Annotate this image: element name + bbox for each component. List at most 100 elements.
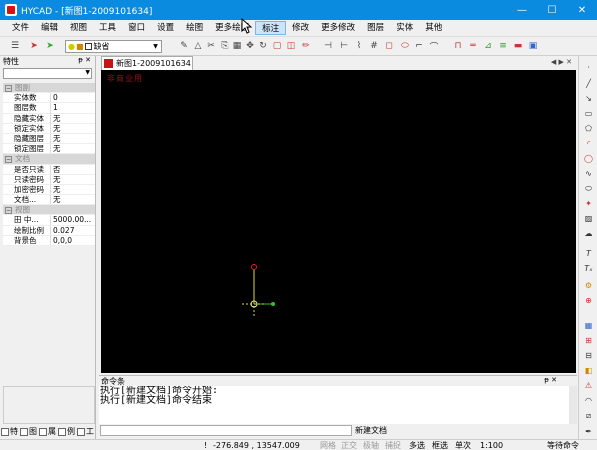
tab-scroll-icons[interactable]: ◀ ▶ ✕ xyxy=(551,58,572,66)
menu-tools[interactable]: 工具 xyxy=(93,21,122,35)
break-icon[interactable]: ⌇ xyxy=(353,40,365,52)
toggle-polar[interactable]: 极轴 xyxy=(363,440,379,450)
property-row[interactable]: 背景色 0,0,0 xyxy=(3,235,95,246)
layer-select[interactable]: ● ■ 缺省 ▼ xyxy=(65,40,162,53)
dim-aligned-icon[interactable]: ═ xyxy=(467,40,479,52)
property-value[interactable]: 否 xyxy=(50,164,95,175)
tab-properties[interactable]: 特 xyxy=(0,425,19,438)
property-row[interactable]: 文档... 无 xyxy=(3,195,95,206)
property-value[interactable]: 无 xyxy=(50,133,95,145)
fillet-icon[interactable]: ◻ xyxy=(383,40,395,52)
split-icon[interactable]: # xyxy=(368,40,380,52)
dim-radius-icon[interactable]: ≡ xyxy=(497,40,509,52)
rotate-icon[interactable]: ↻ xyxy=(257,40,269,52)
property-row[interactable]: 只读密码无 xyxy=(3,174,95,185)
property-value[interactable]: 无 xyxy=(50,195,95,206)
toggle-snap[interactable]: 捕捉 xyxy=(385,440,401,450)
line-icon[interactable]: ╱ xyxy=(583,78,594,89)
menu-other[interactable]: 其他 xyxy=(419,21,448,35)
close-button[interactable]: ✕ xyxy=(567,0,597,20)
hatch-icon[interactable]: ▨ xyxy=(583,213,594,224)
polyline-icon[interactable]: ↘ xyxy=(583,93,594,104)
scale-readout[interactable]: 1:100 xyxy=(480,440,503,450)
property-row[interactable]: 实体数 0 xyxy=(3,93,95,104)
menu-file[interactable]: 文件 xyxy=(6,21,35,35)
toggle-single[interactable]: 单次 xyxy=(455,440,471,450)
pin-icon[interactable]: ᵽ ✕ xyxy=(544,376,557,384)
grid-icon[interactable]: ▦ xyxy=(583,320,594,331)
tab-tools[interactable]: 工 xyxy=(76,425,95,438)
dim-style-icon[interactable]: ▬ xyxy=(512,40,524,52)
menu-dimension[interactable]: 标注 xyxy=(255,21,287,35)
menu-layer[interactable]: 图层 xyxy=(361,21,390,35)
dim-linear-icon[interactable]: ⊓ xyxy=(452,40,464,52)
rectangle-icon[interactable]: ▭ xyxy=(583,108,594,119)
move-icon[interactable]: ✥ xyxy=(244,40,256,52)
table-icon[interactable]: ⊟ xyxy=(583,350,594,361)
property-value[interactable]: 0 xyxy=(50,93,95,104)
pen-icon[interactable]: ✒ xyxy=(583,426,594,437)
image-icon[interactable]: ▣ xyxy=(527,40,539,52)
stretch-icon[interactable]: ◫ xyxy=(285,40,297,52)
command-input[interactable] xyxy=(100,425,352,436)
measure-icon[interactable]: ⚠ xyxy=(583,380,594,391)
toggle-multi-select[interactable]: 多选 xyxy=(409,440,425,450)
pin-icon[interactable]: ᵽ ✕ xyxy=(78,56,91,64)
pencil-icon[interactable]: ✏ xyxy=(300,40,312,52)
menu-view[interactable]: 视图 xyxy=(64,21,93,35)
tab-examples[interactable]: 例 xyxy=(57,425,76,438)
toggle-ortho[interactable]: 正交 xyxy=(341,440,357,450)
dim-angle-icon[interactable]: ⊿ xyxy=(482,40,494,52)
menu-modify[interactable]: 修改 xyxy=(286,21,315,35)
property-row[interactable]: 田 中... 5000.00... xyxy=(3,215,95,226)
property-row[interactable]: 绘制比例 0.027 xyxy=(3,225,95,236)
ellipse-icon[interactable]: ⬭ xyxy=(583,183,594,194)
property-value[interactable]: 无 xyxy=(50,113,95,124)
property-category[interactable]: − 视图 xyxy=(3,205,95,216)
layer-prev-icon[interactable]: ➤ xyxy=(28,40,40,52)
menu-entity[interactable]: 实体 xyxy=(390,21,419,35)
circle-icon[interactable]: ◯ xyxy=(583,153,594,164)
property-row[interactable]: 锁定实体无 xyxy=(3,123,95,134)
tab-attributes[interactable]: 属 xyxy=(38,425,57,438)
minimize-button[interactable]: — xyxy=(507,0,537,20)
property-value[interactable]: 1 xyxy=(50,103,95,114)
scale-icon[interactable]: ▢ xyxy=(271,40,283,52)
property-row[interactable]: 图层数 1 xyxy=(3,103,95,114)
menu-more-modify[interactable]: 更多修改 xyxy=(315,21,361,35)
copy-icon[interactable]: ⎘ xyxy=(219,40,231,52)
property-value[interactable]: 0,0,0 xyxy=(50,235,95,246)
property-value[interactable]: 无 xyxy=(50,123,95,134)
collapse-icon[interactable]: − xyxy=(5,156,12,164)
property-value[interactable]: 无 xyxy=(50,184,95,196)
polygon-icon[interactable]: ⬠ xyxy=(583,123,594,134)
attribute-icon[interactable]: ⊕ xyxy=(583,295,594,306)
property-row[interactable]: 是否只读否 xyxy=(3,164,95,175)
property-row[interactable]: 加密密码无 xyxy=(3,184,95,196)
command-scrollbar[interactable] xyxy=(569,386,577,424)
property-value[interactable]: 无 xyxy=(50,144,95,155)
arc-icon[interactable]: ◜ xyxy=(583,138,594,149)
document-tab[interactable]: 新图1-2009101634 xyxy=(101,56,193,70)
property-row[interactable]: 隐藏实体无 xyxy=(3,113,95,124)
trim-icon[interactable]: ⊣ xyxy=(322,40,334,52)
multiline-text-icon[interactable]: Tₓ xyxy=(583,263,594,274)
toggle-grid[interactable]: 网格 xyxy=(320,440,336,450)
layer-icon[interactable]: ◧ xyxy=(583,365,594,376)
maximize-button[interactable]: ☐ xyxy=(537,0,567,20)
property-value[interactable]: 0.027 xyxy=(50,225,95,236)
property-category[interactable]: − 文档 xyxy=(3,154,95,165)
extend-icon[interactable]: ⊢ xyxy=(338,40,350,52)
spline-icon[interactable]: ∿ xyxy=(583,168,594,179)
block-icon[interactable]: ⚙ xyxy=(583,280,594,291)
property-row[interactable]: 锁定图层无 xyxy=(3,144,95,155)
point-icon[interactable]: · xyxy=(583,62,594,73)
array-icon[interactable]: ▦ xyxy=(231,40,243,52)
collapse-icon[interactable]: − xyxy=(5,207,12,215)
property-value[interactable]: 无 xyxy=(50,174,95,185)
drawing-canvas[interactable]: 非商业用 xyxy=(101,70,576,373)
brush-icon[interactable]: ✎ xyxy=(178,40,190,52)
menu-draw[interactable]: 绘图 xyxy=(180,21,209,35)
layer-next-icon[interactable]: ➤ xyxy=(44,40,56,52)
offset-icon[interactable]: ⌐ xyxy=(413,40,425,52)
